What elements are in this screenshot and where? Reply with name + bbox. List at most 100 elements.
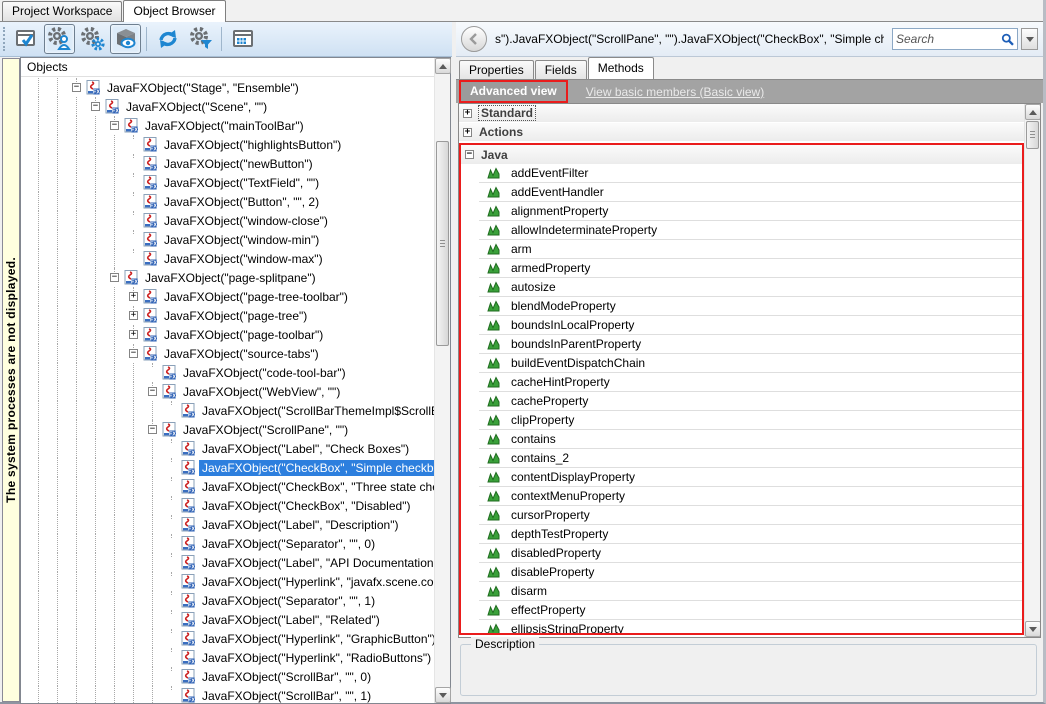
tree-item[interactable]: FXJavaFXObject("ScrollBarThemeImpl$Scrol… <box>21 401 434 420</box>
expander-icon[interactable]: − <box>143 420 162 439</box>
method-row[interactable]: contentDisplayProperty <box>479 468 1022 487</box>
tree-item[interactable]: FXJavaFXObject("Hyperlink", "GraphicButt… <box>21 629 434 648</box>
expander-icon[interactable]: − <box>67 78 86 97</box>
method-row[interactable]: boundsInLocalProperty <box>479 316 1022 335</box>
search-icon[interactable] <box>1001 32 1014 47</box>
collapse-icon[interactable]: − <box>110 273 119 282</box>
expander-icon[interactable]: − <box>86 97 105 116</box>
refresh-icon[interactable] <box>152 24 183 54</box>
method-row[interactable]: cursorProperty <box>479 506 1022 525</box>
tree-item[interactable]: FXJavaFXObject("ScrollBar", "", 0) <box>21 667 434 686</box>
tree-vertical-scrollbar[interactable] <box>434 58 450 703</box>
expander-icon[interactable]: − <box>143 382 162 401</box>
tree-item[interactable]: FXJavaFXObject("Separator", "", 1) <box>21 591 434 610</box>
tree-item[interactable]: FXJavaFXObject("Label", "API Documentati… <box>21 553 434 572</box>
scroll-down-icon[interactable] <box>435 687 451 703</box>
method-row[interactable]: contains <box>479 430 1022 449</box>
collapse-icon[interactable]: − <box>148 425 157 434</box>
method-row[interactable]: disarm <box>479 582 1022 601</box>
method-row[interactable]: buildEventDispatchChain <box>479 354 1022 373</box>
tree-item[interactable]: FXJavaFXObject("Label", "Check Boxes") <box>21 439 434 458</box>
method-row[interactable]: ellipsisStringProperty <box>479 620 1022 635</box>
method-row[interactable]: depthTestProperty <box>479 525 1022 544</box>
tree-item[interactable]: FXJavaFXObject("Label", "Description") <box>21 515 434 534</box>
expander-icon[interactable]: − <box>124 344 143 363</box>
tab-project-workspace[interactable]: Project Workspace <box>2 1 122 21</box>
expand-icon[interactable]: + <box>129 330 138 339</box>
tree-item[interactable]: FXJavaFXObject("Hyperlink", "RadioButton… <box>21 648 434 667</box>
tree-item[interactable]: FXJavaFXObject("window-close") <box>21 211 434 230</box>
search-input[interactable] <box>896 32 1001 46</box>
basic-view-link[interactable]: View basic members (Basic view) <box>586 85 765 99</box>
collapse-icon[interactable]: − <box>91 102 100 111</box>
collapse-icon[interactable]: − <box>465 150 474 159</box>
toolbar-drag-handle-icon[interactable] <box>3 27 6 51</box>
tree-item[interactable]: FXJavaFXObject("CheckBox", "Disabled") <box>21 496 434 515</box>
collapse-icon[interactable]: − <box>72 83 81 92</box>
method-row[interactable]: cacheHintProperty <box>479 373 1022 392</box>
expander-icon[interactable]: + <box>124 306 143 325</box>
tree-item[interactable]: +FXJavaFXObject("page-tree") <box>21 306 434 325</box>
tree-item[interactable]: FXJavaFXObject("ScrollBar", "", 1) <box>21 686 434 703</box>
tree-item[interactable]: −FXJavaFXObject("WebView", "") <box>21 382 434 401</box>
object-spy-icon[interactable] <box>110 24 141 54</box>
members-scrollbar-thumb[interactable] <box>1026 121 1039 149</box>
expander-icon[interactable]: − <box>105 268 124 287</box>
method-row[interactable]: cacheProperty <box>479 392 1022 411</box>
expander-icon[interactable]: + <box>124 287 143 306</box>
method-row[interactable]: blendModeProperty <box>479 297 1022 316</box>
expand-icon[interactable]: + <box>129 311 138 320</box>
tree-item[interactable]: −FXJavaFXObject("Scene", "") <box>21 97 434 116</box>
tree-item[interactable]: −FXJavaFXObject("ScrollPane", "") <box>21 420 434 439</box>
method-row[interactable]: autosize <box>479 278 1022 297</box>
tab-methods[interactable]: Methods <box>588 57 654 79</box>
method-row[interactable]: allowIndeterminateProperty <box>479 221 1022 240</box>
tab-properties[interactable]: Properties <box>459 60 534 79</box>
tree-item[interactable]: FXJavaFXObject("TextField", "") <box>21 173 434 192</box>
method-row[interactable]: addEventFilter <box>479 164 1022 183</box>
method-row[interactable]: disabledProperty <box>479 544 1022 563</box>
collapse-icon[interactable]: − <box>110 121 119 130</box>
section-header-actions[interactable]: +Actions <box>459 123 1024 142</box>
expander-icon[interactable]: + <box>124 325 143 344</box>
settings-user-icon[interactable] <box>44 24 75 54</box>
tree-item[interactable]: FXJavaFXObject("newButton") <box>21 154 434 173</box>
tree-item[interactable]: FXJavaFXObject("Separator", "", 0) <box>21 534 434 553</box>
method-row[interactable]: contextMenuProperty <box>479 487 1022 506</box>
section-header-java[interactable]: −Java <box>461 145 1022 164</box>
tab-fields[interactable]: Fields <box>535 60 587 79</box>
panel-window-icon[interactable] <box>227 24 258 54</box>
tree-item[interactable]: +FXJavaFXObject("page-tree-toolbar") <box>21 287 434 306</box>
method-row[interactable]: contains_2 <box>479 449 1022 468</box>
tree-item[interactable]: −FXJavaFXObject("mainToolBar") <box>21 116 434 135</box>
method-row[interactable]: effectProperty <box>479 601 1022 620</box>
tree-item[interactable]: FXJavaFXObject("Button", "", 2) <box>21 192 434 211</box>
expander-icon[interactable]: − <box>105 116 124 135</box>
search-dropdown-button[interactable] <box>1021 28 1038 50</box>
scroll-down-icon[interactable] <box>1025 621 1041 637</box>
expand-icon[interactable]: + <box>463 109 472 118</box>
back-button[interactable] <box>461 26 487 52</box>
method-row[interactable]: disableProperty <box>479 563 1022 582</box>
method-row[interactable]: alignmentProperty <box>479 202 1022 221</box>
tree-scrollbar-thumb[interactable] <box>436 141 449 346</box>
tree-item[interactable]: FXJavaFXObject("window-min") <box>21 230 434 249</box>
tree-item[interactable]: −FXJavaFXObject("source-tabs") <box>21 344 434 363</box>
section-header-standard[interactable]: +Standard <box>459 104 1024 123</box>
expand-icon[interactable]: + <box>129 292 138 301</box>
tree-item[interactable]: FXJavaFXObject("Label", "Related") <box>21 610 434 629</box>
tree-item[interactable]: FXJavaFXObject("window-max") <box>21 249 434 268</box>
tree-item[interactable]: +FXJavaFXObject("page-toolbar") <box>21 325 434 344</box>
select-window-icon[interactable] <box>11 24 42 54</box>
method-row[interactable]: boundsInParentProperty <box>479 335 1022 354</box>
filter-gear-icon[interactable] <box>185 24 216 54</box>
tree-item[interactable]: FXJavaFXObject("highlightsButton") <box>21 135 434 154</box>
expand-icon[interactable]: + <box>463 128 472 137</box>
collapse-icon[interactable]: − <box>148 387 157 396</box>
members-vertical-scrollbar[interactable] <box>1024 104 1040 637</box>
tree-item[interactable]: FXJavaFXObject("Hyperlink", "javafx.scen… <box>21 572 434 591</box>
collapse-icon[interactable]: − <box>129 349 138 358</box>
method-row[interactable]: arm <box>479 240 1022 259</box>
method-row[interactable]: armedProperty <box>479 259 1022 278</box>
tree-item[interactable]: −FXJavaFXObject("Stage", "Ensemble") <box>21 78 434 97</box>
